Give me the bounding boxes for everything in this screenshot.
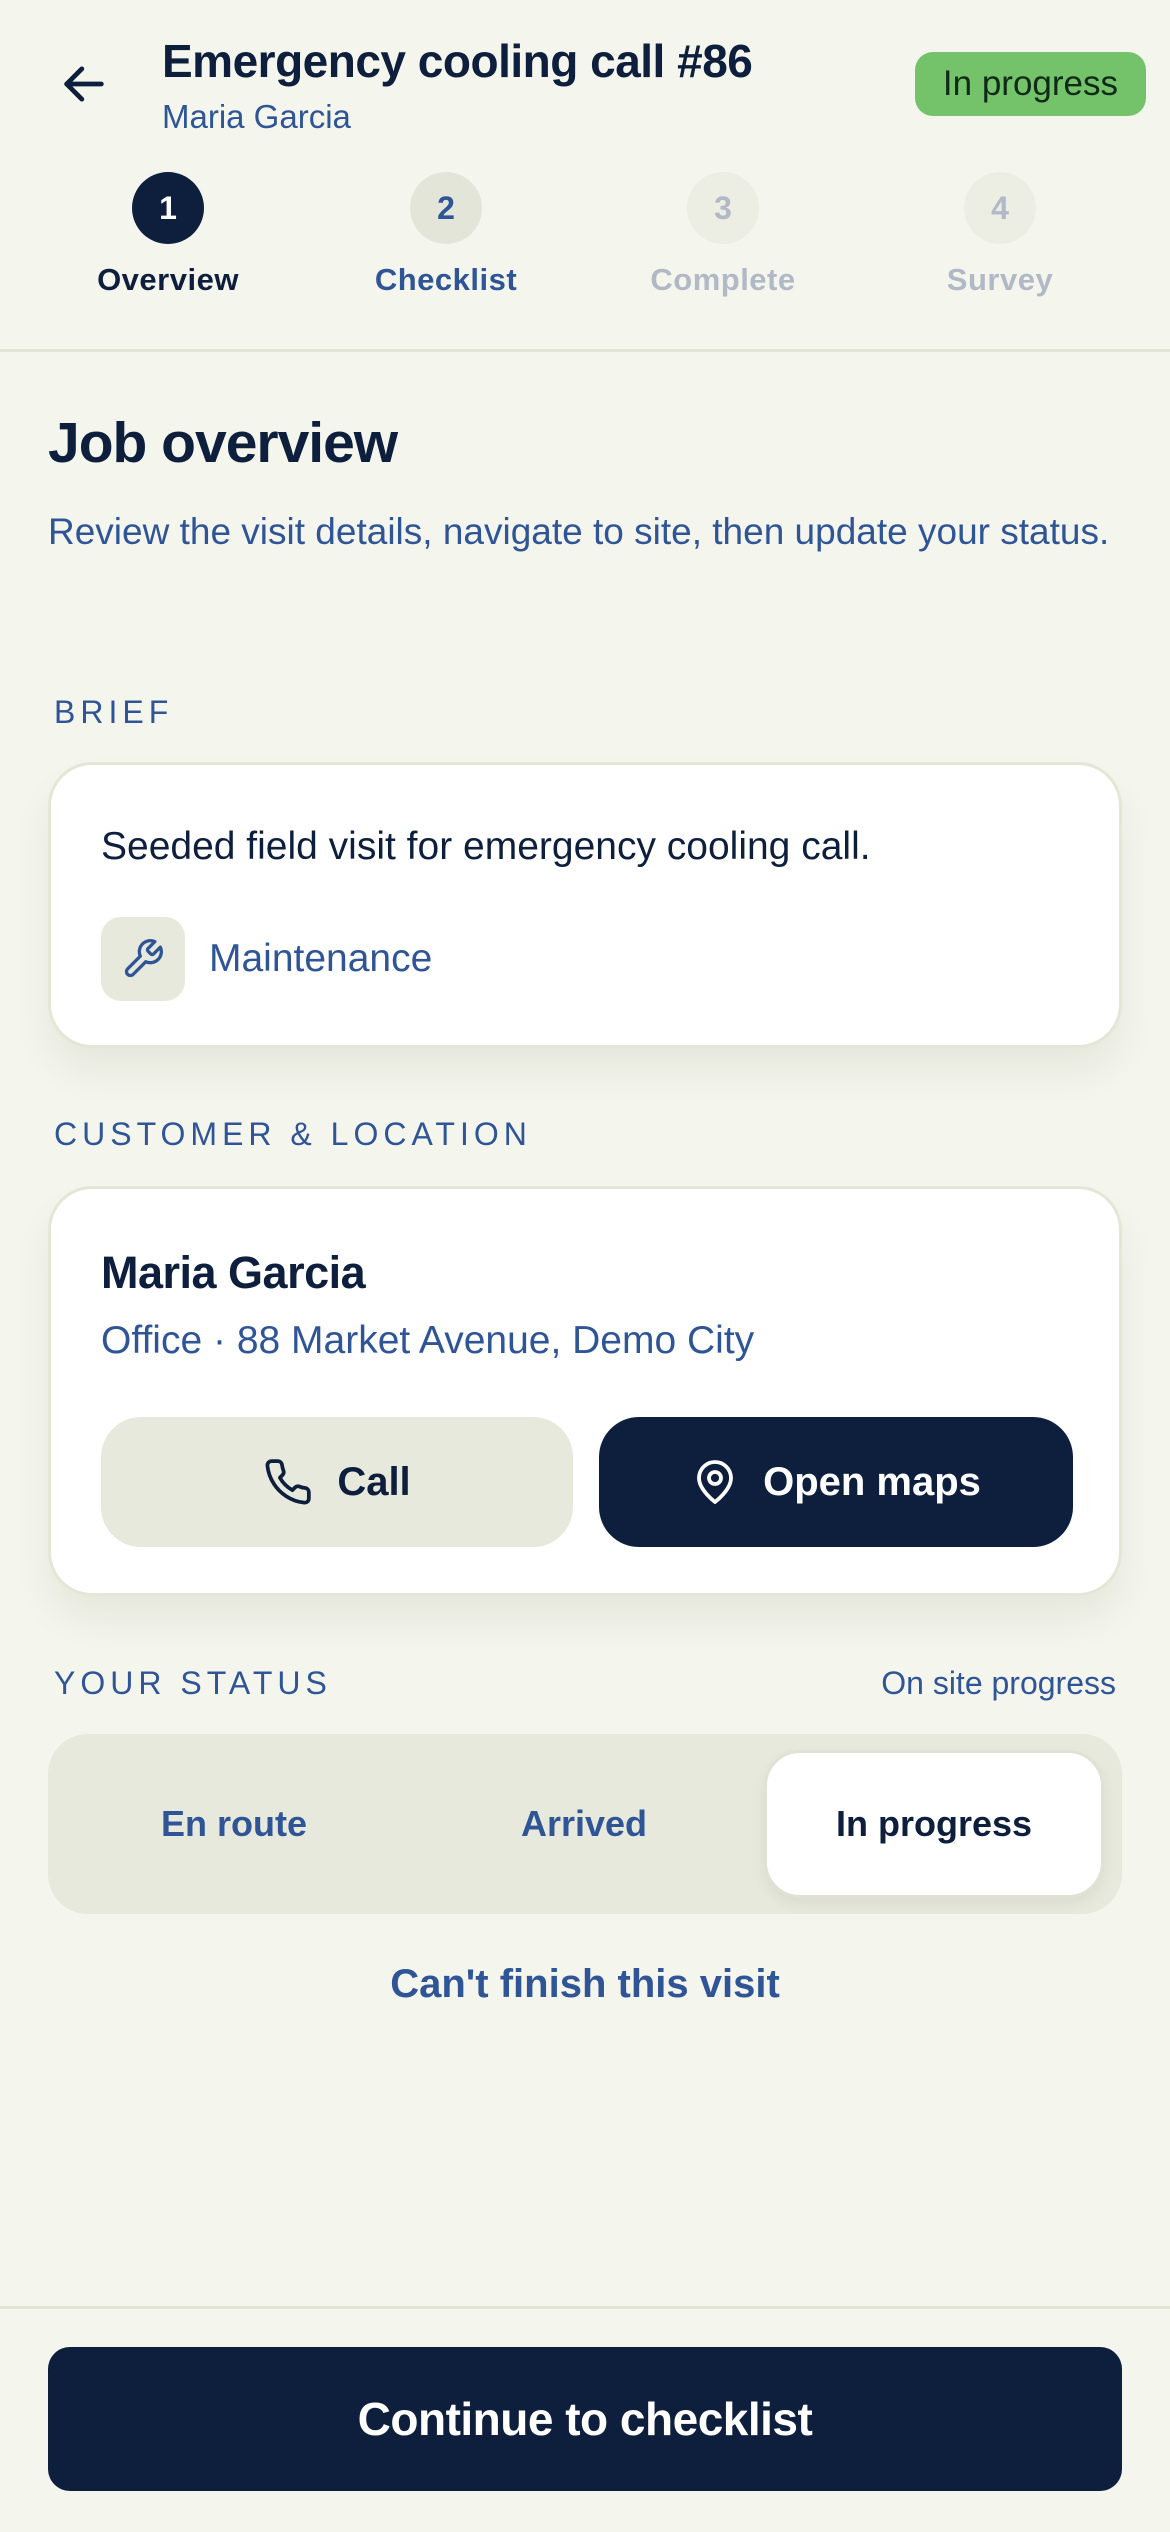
step-label: Complete <box>650 262 796 297</box>
job-overview-screen: Emergency cooling call #86 Maria Garcia … <box>0 0 1170 2532</box>
status-option-en-route[interactable]: En route <box>64 1750 404 1898</box>
continue-to-checklist-button[interactable]: Continue to checklist <box>48 2347 1122 2491</box>
step-number: 3 <box>687 172 759 244</box>
customer-address: Office · 88 Market Avenue, Demo City <box>101 1319 755 1362</box>
brief-text: Seeded field visit for emergency cooling… <box>101 825 871 868</box>
customer-section-label: CUSTOMER & LOCATION <box>54 1116 532 1152</box>
call-button-label: Call <box>337 1459 411 1504</box>
step-label: Overview <box>97 262 239 297</box>
customer-card: Maria Garcia Office · 88 Market Avenue, … <box>48 1186 1122 1596</box>
call-button[interactable]: Call <box>101 1417 573 1547</box>
status-section-hint: On site progress <box>881 1665 1116 1701</box>
step-label: Checklist <box>374 262 518 297</box>
customer-name: Maria Garcia <box>101 1247 366 1298</box>
step-number: 4 <box>964 172 1036 244</box>
step-number: 2 <box>410 172 482 244</box>
top-header: Emergency cooling call #86 Maria Garcia … <box>0 0 1170 352</box>
status-option-arrived[interactable]: Arrived <box>414 1750 754 1898</box>
step-label: Survey <box>946 262 1054 297</box>
brief-card: Seeded field visit for emergency cooling… <box>48 762 1122 1048</box>
bottom-action-bar: Continue to checklist <box>0 2306 1170 2532</box>
phone-icon <box>265 1459 312 1505</box>
open-maps-label: Open maps <box>763 1459 981 1504</box>
job-type-label: Maintenance <box>209 937 433 980</box>
status-badge: In progress <box>914 52 1146 116</box>
stepper: 1 Overview 2 Checklist 3 Complete 4 Surv… <box>0 172 1170 312</box>
step-survey: 4 Survey <box>880 172 1120 298</box>
status-section-label: YOUR STATUS <box>54 1665 332 1701</box>
step-complete: 3 Complete <box>603 172 843 298</box>
step-overview[interactable]: 1 Overview <box>48 172 288 298</box>
brief-section-label: BRIEF <box>54 694 174 730</box>
arrow-left-icon <box>64 66 104 102</box>
wrench-icon <box>101 917 185 1001</box>
step-checklist[interactable]: 2 Checklist <box>326 172 566 298</box>
page-description: Review the visit details, navigate to si… <box>48 511 1110 552</box>
open-maps-button[interactable]: Open maps <box>599 1417 1073 1547</box>
status-option-in-progress[interactable]: In progress <box>764 1750 1104 1898</box>
cant-finish-link[interactable]: Can't finish this visit <box>0 1962 1170 2007</box>
back-button[interactable] <box>48 48 120 120</box>
step-number: 1 <box>132 172 204 244</box>
map-pin-icon <box>697 1460 733 1504</box>
job-customer-name: Maria Garcia <box>162 98 351 135</box>
page-title: Job overview <box>48 411 398 475</box>
status-segmented-control: En route Arrived In progress <box>48 1734 1122 1914</box>
job-title: Emergency cooling call #86 <box>162 35 753 87</box>
